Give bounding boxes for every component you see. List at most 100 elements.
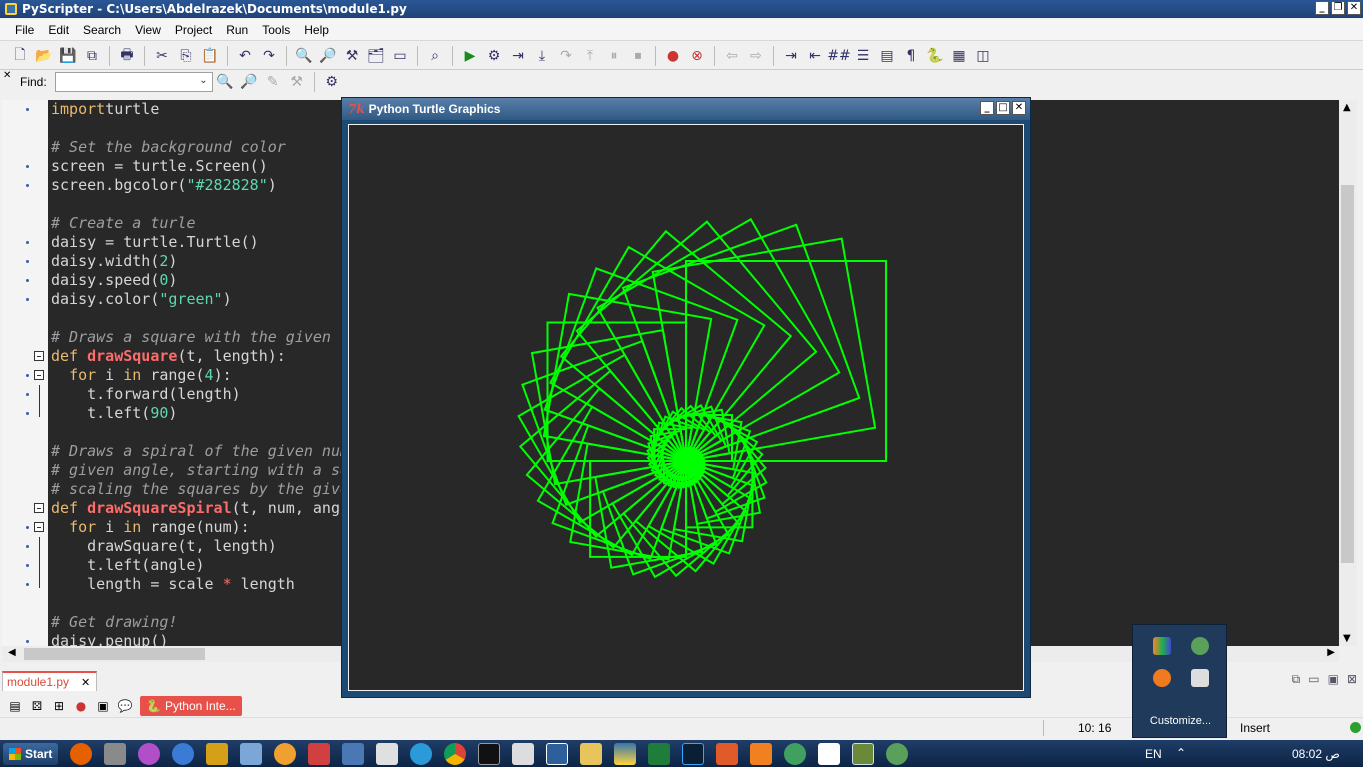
- app-icon[interactable]: [886, 742, 909, 765]
- turtle-graphics-window[interactable]: 7k Python Turtle Graphics _ □ ✕: [341, 97, 1031, 698]
- pilcrow-icon[interactable]: ¶: [901, 46, 921, 66]
- chrome-icon[interactable]: [444, 742, 467, 765]
- close-tab-icon[interactable]: ✕: [81, 676, 90, 689]
- clear-breakpoints-icon[interactable]: ⊗: [687, 46, 707, 66]
- menu-view[interactable]: View: [128, 23, 168, 37]
- code-line[interactable]: screen.bgcolor("#282828"): [51, 176, 349, 195]
- close-icon[interactable]: ✕: [3, 70, 11, 81]
- cmd-icon[interactable]: [478, 742, 501, 765]
- app-icon[interactable]: [750, 742, 773, 765]
- photoshop-icon[interactable]: [682, 742, 705, 765]
- menu-project[interactable]: Project: [168, 23, 219, 37]
- find-icon[interactable]: 🔍: [294, 46, 314, 66]
- app-icon[interactable]: [512, 742, 535, 765]
- find-in-files-icon[interactable]: 🗂: [366, 46, 386, 66]
- paste-icon[interactable]: 📋: [200, 46, 220, 66]
- chevron-down-icon[interactable]: ⌄: [199, 75, 207, 86]
- code-line[interactable]: daisy = turtle.Turtle(): [51, 233, 349, 252]
- app-icon[interactable]: [138, 742, 161, 765]
- code-line[interactable]: # Draws a square with the given l: [51, 328, 349, 347]
- variables-icon[interactable]: ⚄: [28, 697, 46, 715]
- run-to-cursor-icon[interactable]: ⇥: [508, 46, 528, 66]
- layout-icon[interactable]: ▦: [949, 46, 969, 66]
- tile-icon[interactable]: ▭: [1308, 672, 1319, 687]
- find-next-icon[interactable]: 🔎: [318, 46, 338, 66]
- new-file-icon[interactable]: 🗋: [10, 46, 30, 66]
- app-icon[interactable]: [818, 742, 841, 765]
- code-line[interactable]: # Create a turle: [51, 214, 349, 233]
- forward-icon[interactable]: ⇨: [746, 46, 766, 66]
- code-line[interactable]: t.left(angle): [51, 556, 349, 575]
- code-line[interactable]: for i in range(4):: [51, 366, 349, 385]
- code-line[interactable]: [51, 119, 349, 138]
- app-icon[interactable]: [784, 742, 807, 765]
- language-indicator[interactable]: EN: [1145, 747, 1162, 761]
- cascade-icon[interactable]: ▣: [1328, 672, 1339, 687]
- code-line[interactable]: daisy.color("green"): [51, 290, 349, 309]
- stop-icon[interactable]: ⏹: [628, 46, 648, 66]
- open-file-icon[interactable]: 📂: [34, 46, 54, 66]
- clock[interactable]: 08:02 ص: [1292, 747, 1340, 761]
- back-icon[interactable]: ⇦: [722, 46, 742, 66]
- minimize-button[interactable]: _: [980, 101, 994, 115]
- messages-icon[interactable]: 💬: [116, 697, 134, 715]
- step-out-icon[interactable]: ⤒: [580, 46, 600, 66]
- menu-help[interactable]: Help: [297, 23, 336, 37]
- scroll-thumb[interactable]: [1341, 185, 1354, 563]
- app-icon[interactable]: [308, 742, 331, 765]
- tray-chevron-icon[interactable]: ⌃: [1176, 746, 1186, 760]
- syntax-check-icon[interactable]: ⌕: [425, 46, 445, 66]
- firefox-icon[interactable]: [70, 742, 93, 765]
- indent-icon[interactable]: ⇥: [781, 46, 801, 66]
- fold-toggle-icon[interactable]: [34, 503, 44, 513]
- print-icon[interactable]: 🖶: [117, 46, 137, 66]
- app-tray-icon[interactable]: [1153, 637, 1171, 655]
- security-tray-icon[interactable]: [1191, 669, 1209, 687]
- goto-icon[interactable]: ▭: [390, 46, 410, 66]
- code-line[interactable]: [51, 423, 349, 442]
- fold-toggle-icon[interactable]: [34, 351, 44, 361]
- copy-icon[interactable]: ⎘: [176, 46, 196, 66]
- app-icon[interactable]: [240, 742, 263, 765]
- code-line[interactable]: [51, 309, 349, 328]
- app-icon[interactable]: [410, 742, 433, 765]
- find-options-icon[interactable]: ⚙: [322, 72, 342, 92]
- call-stack-icon[interactable]: ▤: [6, 697, 24, 715]
- fold-toggle-icon[interactable]: [34, 522, 44, 532]
- code-line[interactable]: # scaling the squares by the give: [51, 480, 349, 499]
- app-icon[interactable]: [648, 742, 671, 765]
- comment-icon[interactable]: ##: [827, 46, 850, 66]
- toggle-breakpoint-icon[interactable]: ●: [663, 46, 683, 66]
- step-into-icon[interactable]: ⤓: [532, 46, 552, 66]
- code-line[interactable]: def drawSquare(t, length):: [51, 347, 349, 366]
- save-all-icon[interactable]: ⧉: [82, 46, 102, 66]
- scroll-left-icon[interactable]: ◀: [8, 647, 16, 658]
- code-line[interactable]: daisy.width(2): [51, 252, 349, 271]
- code-line[interactable]: length = scale * length: [51, 575, 349, 594]
- scroll-down-icon[interactable]: ▼: [1343, 633, 1351, 644]
- code-line[interactable]: t.forward(length): [51, 385, 349, 404]
- debug-icon[interactable]: ⚙: [484, 46, 504, 66]
- undo-icon[interactable]: ↶: [235, 46, 255, 66]
- app-icon[interactable]: [104, 742, 127, 765]
- find-next-icon[interactable]: 🔎: [239, 72, 259, 92]
- avast-tray-icon[interactable]: [1153, 669, 1171, 687]
- maximize-button[interactable]: □: [996, 101, 1010, 115]
- code-line[interactable]: # given angle, starting with a sq: [51, 461, 349, 480]
- code-line[interactable]: screen = turtle.Screen(): [51, 157, 349, 176]
- code-line[interactable]: for i in range(num):: [51, 518, 349, 537]
- scroll-thumb[interactable]: [24, 648, 205, 660]
- window-list-icon[interactable]: ⧉: [1292, 672, 1301, 687]
- close-button[interactable]: ✕: [1012, 101, 1026, 115]
- menu-file[interactable]: File: [8, 23, 41, 37]
- scroll-up-icon[interactable]: ▲: [1343, 102, 1351, 113]
- python-icon[interactable]: [614, 742, 637, 765]
- code-line[interactable]: # Get drawing!: [51, 613, 349, 632]
- customize-link[interactable]: Customize...: [1133, 715, 1228, 727]
- find-input[interactable]: ⌄: [54, 72, 213, 92]
- fold-toggle-icon[interactable]: [34, 370, 44, 380]
- restore-button[interactable]: ❐: [1331, 1, 1345, 15]
- menu-edit[interactable]: Edit: [41, 23, 76, 37]
- code-line[interactable]: importturtle: [51, 100, 349, 119]
- app-icon[interactable]: [206, 742, 229, 765]
